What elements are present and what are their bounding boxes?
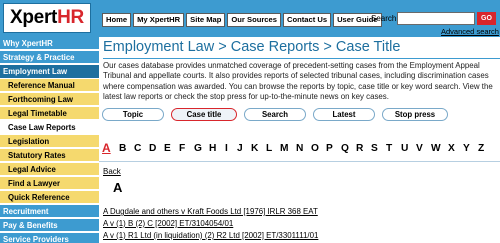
letter-a-link[interactable]: A bbox=[102, 141, 111, 155]
sidebar-item-strategy-practice[interactable]: Strategy & Practice bbox=[0, 51, 99, 64]
letter-m-link[interactable]: M bbox=[280, 143, 289, 154]
tab-case-title[interactable]: Case title bbox=[171, 108, 237, 121]
letter-e-link[interactable]: E bbox=[164, 143, 171, 154]
sidebar-item-case-law-reports[interactable]: Case Law Reports bbox=[0, 121, 99, 134]
alphabet-index: A B C D E F G H I J K L M N O P Q R S T … bbox=[102, 141, 498, 157]
sidebar-item-employment-law[interactable]: Employment Law bbox=[0, 65, 99, 78]
sidebar-item-reference-manual[interactable]: Reference Manual bbox=[0, 79, 99, 92]
sidebar-item-legal-advice[interactable]: Legal Advice bbox=[0, 163, 99, 176]
letter-s-link[interactable]: S bbox=[371, 143, 378, 154]
sidebar-item-legislation[interactable]: Legislation bbox=[0, 135, 99, 148]
case-link[interactable]: A v (1) R1 Ltd (in liquidation) (2) R2 L… bbox=[103, 230, 497, 242]
letter-v-link[interactable]: V bbox=[416, 143, 423, 154]
letter-z-link[interactable]: Z bbox=[478, 143, 484, 154]
sidebar-item-quick-reference[interactable]: Quick Reference bbox=[0, 191, 99, 204]
letter-b-link[interactable]: B bbox=[119, 143, 126, 154]
sidebar-item-legal-timetable[interactable]: Legal Timetable bbox=[0, 107, 99, 120]
nav-site-map-button[interactable]: Site Map bbox=[186, 13, 226, 27]
main-content: Employment Law > Case Reports > Case Tit… bbox=[99, 37, 500, 243]
letter-f-link[interactable]: F bbox=[179, 143, 185, 154]
logo-text: XpertHR bbox=[10, 7, 84, 28]
xperthr-logo[interactable]: XpertHR bbox=[3, 3, 91, 33]
tab-stop-press[interactable]: Stop press bbox=[382, 108, 448, 121]
letter-q-link[interactable]: Q bbox=[341, 143, 349, 154]
tab-topic[interactable]: Topic bbox=[102, 108, 164, 121]
letter-r-link[interactable]: R bbox=[356, 143, 363, 154]
letter-g-link[interactable]: G bbox=[194, 143, 202, 154]
letter-group-heading: A bbox=[113, 180, 123, 195]
case-tabs: Topic Case title Search Latest Stop pres… bbox=[99, 108, 500, 121]
sidebar-item-find-a-lawyer[interactable]: Find a Lawyer bbox=[0, 177, 99, 190]
title-divider bbox=[103, 58, 500, 59]
search-go-button[interactable]: GO bbox=[477, 12, 496, 25]
sidebar-item-forthcoming-law[interactable]: Forthcoming Law bbox=[0, 93, 99, 106]
letter-h-link[interactable]: H bbox=[209, 143, 216, 154]
letter-n-link[interactable]: N bbox=[296, 143, 303, 154]
case-link[interactable]: A v (1) B (2) C [2002] ET/3104054/01 bbox=[103, 218, 497, 230]
letter-j-link[interactable]: J bbox=[237, 143, 243, 154]
sidebar-item-pay-benefits[interactable]: Pay & Benefits bbox=[0, 219, 99, 232]
tab-latest[interactable]: Latest bbox=[313, 108, 375, 121]
letter-u-link[interactable]: U bbox=[401, 143, 408, 154]
tab-search[interactable]: Search bbox=[244, 108, 306, 121]
back-link[interactable]: Back bbox=[103, 167, 121, 176]
top-navigation: Home My XpertHR Site Map Our Sources Con… bbox=[102, 13, 382, 27]
site-header: XpertHR Home My XpertHR Site Map Our Sou… bbox=[0, 0, 500, 37]
advanced-search-link[interactable]: Advanced search bbox=[441, 27, 499, 36]
letter-k-link[interactable]: K bbox=[251, 143, 258, 154]
sidebar: Why XpertHR Strategy & Practice Employme… bbox=[0, 37, 99, 243]
nav-our-sources-button[interactable]: Our Sources bbox=[227, 13, 281, 27]
section-divider bbox=[99, 161, 500, 162]
sidebar-item-why-xperthr[interactable]: Why XpertHR bbox=[0, 37, 99, 50]
letter-c-link[interactable]: C bbox=[134, 143, 141, 154]
letter-o-link[interactable]: O bbox=[311, 143, 319, 154]
letter-t-link[interactable]: T bbox=[386, 143, 392, 154]
nav-contact-us-button[interactable]: Contact Us bbox=[282, 13, 332, 27]
letter-w-link[interactable]: W bbox=[431, 143, 441, 154]
letter-x-link[interactable]: X bbox=[448, 143, 455, 154]
nav-home-button[interactable]: Home bbox=[102, 13, 132, 27]
nav-my-xperthr-button[interactable]: My XpertHR bbox=[133, 13, 185, 27]
sidebar-item-service-providers[interactable]: Service Providers bbox=[0, 233, 99, 243]
letter-y-link[interactable]: Y bbox=[463, 143, 470, 154]
case-link[interactable]: A Dugdale and others v Kraft Foods Ltd [… bbox=[103, 206, 497, 218]
search-label: Search bbox=[371, 14, 397, 23]
intro-text: Our cases database provides unmatched co… bbox=[103, 61, 493, 102]
case-list: A Dugdale and others v Kraft Foods Ltd [… bbox=[103, 206, 497, 242]
sidebar-item-statutory-rates[interactable]: Statutory Rates bbox=[0, 149, 99, 162]
sidebar-item-recruitment[interactable]: Recruitment bbox=[0, 205, 99, 218]
letter-d-link[interactable]: D bbox=[149, 143, 156, 154]
letter-l-link[interactable]: L bbox=[266, 143, 272, 154]
search-input[interactable] bbox=[397, 12, 475, 25]
letter-i-link[interactable]: I bbox=[225, 143, 228, 154]
letter-p-link[interactable]: P bbox=[326, 143, 333, 154]
page-title: Employment Law > Case Reports > Case Tit… bbox=[103, 39, 401, 55]
